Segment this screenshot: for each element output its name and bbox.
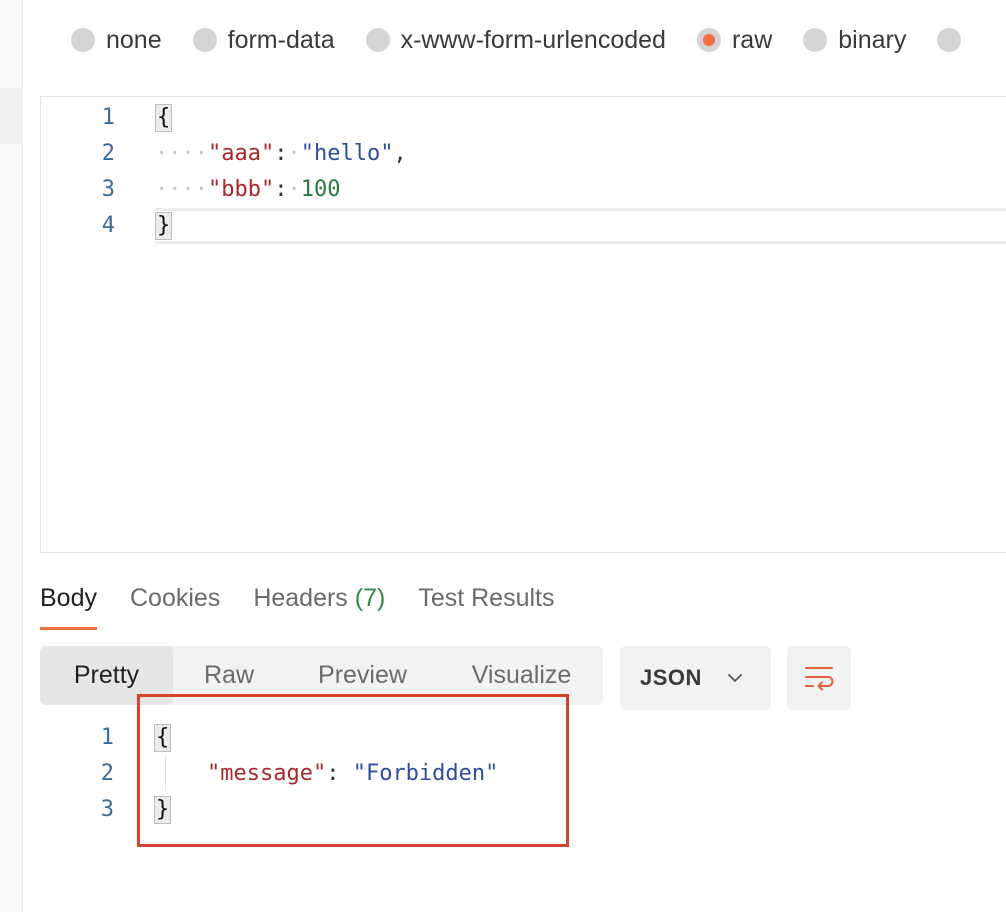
radio-raw[interactable]: raw [696,25,773,55]
code-line[interactable]: ····"aaa":·"hello", [155,136,1006,172]
line-number: 2 [100,761,114,786]
code-line[interactable]: { [155,100,1006,136]
line-number: 3 [100,797,114,822]
close-brace: } [155,212,173,240]
json-string-value: "hello" [300,141,394,166]
radio-none[interactable]: none [71,26,162,55]
headers-count-badge: (7) [354,584,386,612]
left-sidebar-strip [0,0,23,912]
radio-binary-indicator[interactable] [803,28,828,52]
radio-raw-label: raw [731,25,773,54]
radio-none-indicator[interactable] [71,28,95,52]
line-number: 1 [101,105,115,130]
view-mode-raw[interactable]: Raw [173,646,285,705]
code-line-active[interactable]: } [155,208,1006,244]
radio-graphql-partial[interactable] [937,28,962,52]
line-number: 4 [101,213,115,238]
view-mode-pretty[interactable]: Pretty [40,646,173,705]
view-mode-segmented-control: Pretty Raw Preview Visualize [40,646,603,705]
json-key: "aaa" [207,141,275,166]
close-brace: } [154,796,172,824]
json-string-value: "Forbidden" [352,761,499,786]
colon: : [326,761,353,786]
request-line-gutter: 1 2 3 4 [41,100,115,244]
request-code-lines[interactable]: { ····"aaa":·"hello", ····"bbb":·100 } [155,100,1006,244]
code-line[interactable]: { [154,720,1006,756]
json-key: "message" [206,761,327,786]
chevron-down-icon [728,674,742,682]
response-line-gutter: 1 2 3 [40,720,114,828]
whitespace-dots: ···· [155,141,208,166]
colon: : [274,177,288,202]
tab-headers-label: Headers [253,584,348,612]
wrap-lines-icon [805,667,834,691]
radio-form-data[interactable]: form-data [192,25,335,55]
line-number: 1 [100,725,114,750]
json-number-value: 100 [300,177,341,202]
radio-binary-label: binary [838,25,907,54]
comma: , [393,141,407,166]
line-number: 2 [101,141,115,166]
response-tabs: Body Cookies Headers (7) Test Results [40,580,588,630]
body-type-radio-group: none form-data x-www-form-urlencoded raw… [71,22,992,58]
radio-x-www-form-urlencoded-label: x-www-form-urlencoded [400,25,666,54]
whitespace-dots: · [287,177,301,202]
wrap-lines-button[interactable] [787,646,851,710]
colon: : [274,141,288,166]
whitespace-dots: ···· [155,177,208,202]
view-mode-preview[interactable]: Preview [285,646,440,705]
whitespace-dots: · [287,141,301,166]
response-code-lines[interactable]: { "message": "Forbidden" } [154,720,1006,828]
radio-none-label: none [106,25,162,54]
open-brace: { [154,724,172,752]
code-line[interactable]: "message": "Forbidden" [154,756,1006,792]
radio-x-www-form-urlencoded-indicator[interactable] [365,28,390,52]
response-body-viewer[interactable]: 1 2 3 { "message": "Forbidden" } [40,717,1006,827]
request-body-editor[interactable]: 1 2 3 4 { ····"aaa":·"hello", ····"bbb":… [40,96,1006,553]
format-select-value: JSON [640,665,702,690]
radio-x-www-form-urlencoded[interactable]: x-www-form-urlencoded [365,25,666,55]
code-line[interactable]: ····"bbb":·100 [155,172,1006,208]
tab-cookies[interactable]: Cookies [130,580,220,630]
radio-raw-indicator[interactable] [696,28,721,52]
open-brace: { [155,104,173,132]
tab-body[interactable]: Body [40,580,97,630]
code-line[interactable]: } [154,792,1006,828]
radio-graphql-indicator[interactable] [937,28,962,52]
format-select[interactable]: JSON [620,646,771,710]
tab-test-results[interactable]: Test Results [418,580,554,630]
json-key: "bbb" [207,177,275,202]
view-mode-visualize[interactable]: Visualize [440,646,603,705]
tab-headers[interactable]: Headers (7) [253,580,385,630]
sidebar-selected-item[interactable] [0,88,23,144]
radio-form-data-label: form-data [227,25,335,54]
radio-form-data-indicator[interactable] [192,28,217,52]
line-number: 3 [101,177,115,202]
radio-binary[interactable]: binary [803,26,906,55]
